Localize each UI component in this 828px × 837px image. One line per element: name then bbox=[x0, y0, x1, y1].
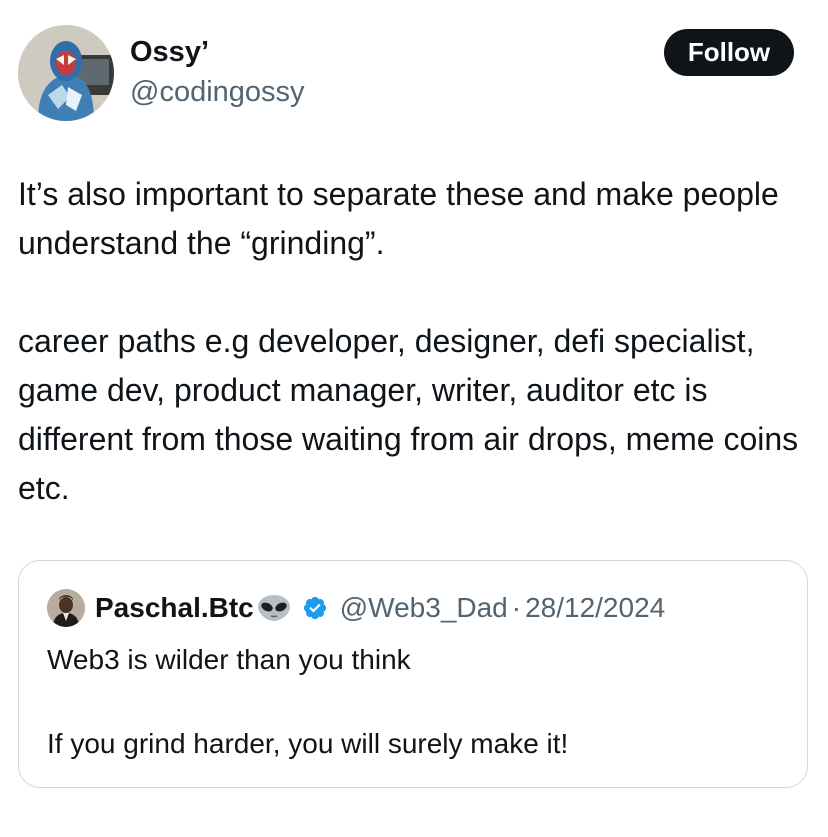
quoted-avatar-image bbox=[47, 589, 85, 627]
follow-button[interactable]: Follow bbox=[664, 29, 794, 76]
quoted-tweet-paragraph: Web3 is wilder than you think bbox=[47, 644, 411, 675]
tweet-paragraph: It’s also important to separate these an… bbox=[18, 176, 779, 261]
quoted-tweet-card[interactable]: Paschal.Btc @Web3_Dad · 28/12/2024 Web3 … bbox=[18, 560, 808, 788]
quoted-author-handle[interactable]: @Web3_Dad bbox=[340, 592, 508, 624]
quoted-author-avatar[interactable] bbox=[47, 589, 85, 627]
author-display-name[interactable]: Ossy’ bbox=[130, 34, 209, 70]
separator-dot: · bbox=[511, 592, 522, 623]
quoted-tweet-body: Web3 is wilder than you think If you gri… bbox=[47, 639, 787, 765]
quoted-tweet-paragraph: If you grind harder, you will surely mak… bbox=[47, 728, 569, 759]
tweet-paragraph: career paths e.g developer, designer, de… bbox=[18, 323, 799, 506]
quoted-tweet-date[interactable]: 28/12/2024 bbox=[525, 592, 665, 624]
alien-icon bbox=[256, 593, 292, 623]
avatar-image bbox=[18, 25, 114, 121]
quoted-tweet-header: Paschal.Btc @Web3_Dad · 28/12/2024 bbox=[95, 589, 665, 627]
author-handle[interactable]: @codingossy bbox=[130, 74, 305, 110]
tweet-body: It’s also important to separate these an… bbox=[18, 170, 808, 513]
quoted-author-name[interactable]: Paschal.Btc bbox=[95, 592, 254, 624]
author-avatar[interactable] bbox=[18, 25, 114, 121]
tweet-container: Ossy’ @codingossy Follow It’s also impor… bbox=[0, 0, 828, 837]
verified-badge-icon bbox=[302, 595, 328, 621]
